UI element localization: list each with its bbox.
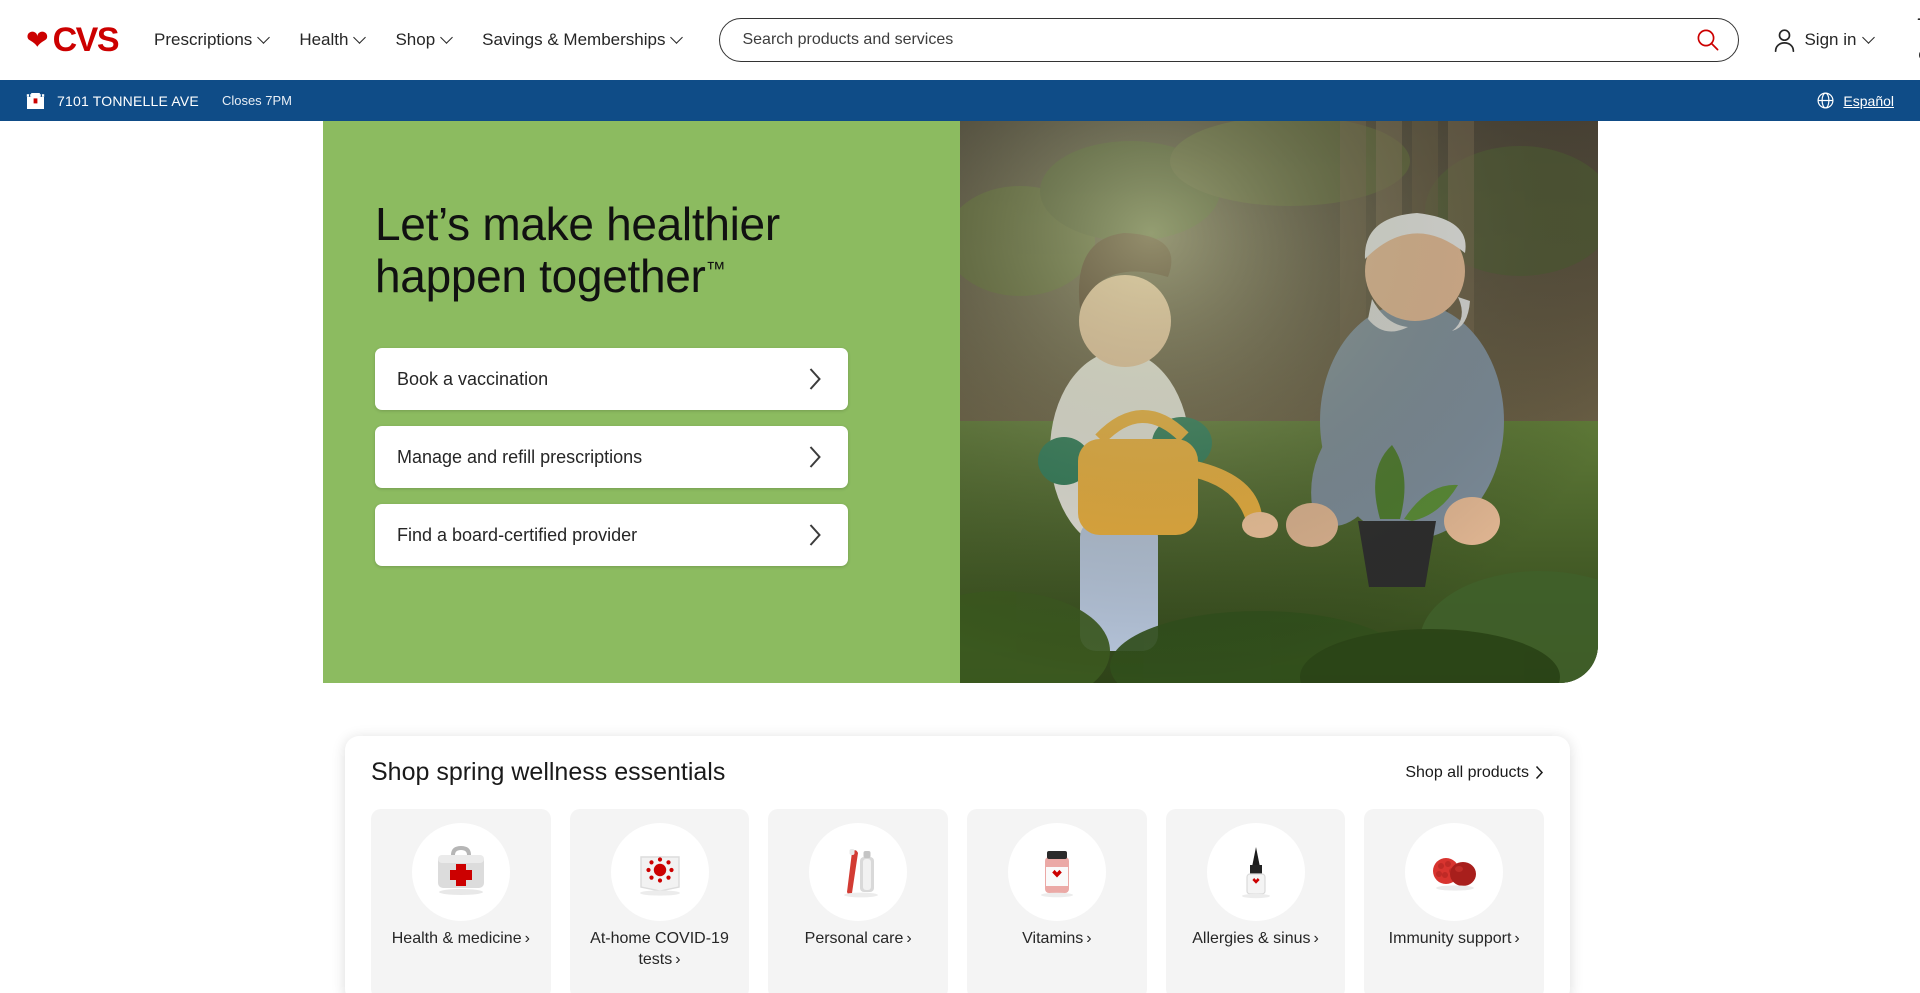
nav-item-label: Health: [299, 30, 349, 49]
tile-label-text: At-home COVID-19 tests: [590, 930, 729, 968]
cta-find-a-board-certified-provider[interactable]: Find a board-certified provider: [375, 504, 848, 567]
chevron-right-icon: ›: [524, 930, 530, 947]
tile-label: Health & medicine ›: [380, 929, 542, 950]
cta-label: Book a vaccination: [397, 368, 549, 389]
tile-label-text: Allergies & sinus: [1192, 930, 1311, 947]
site-header: ❤ CVS Prescriptions Health Shop Savings …: [0, 0, 1920, 80]
language-switcher[interactable]: Español: [1817, 92, 1894, 109]
tile-label: At-home COVID-19 tests ›: [570, 929, 750, 971]
nav-item-health[interactable]: Health: [299, 30, 366, 50]
search-button[interactable]: [1691, 23, 1725, 57]
cvs-logo[interactable]: ❤ CVS: [26, 20, 120, 60]
shop-essentials-card: Shop spring wellness essentials Shop all…: [345, 736, 1570, 993]
nav-item-prescriptions[interactable]: Prescriptions: [154, 30, 270, 50]
nav-item-label: Savings & Memberships: [482, 30, 666, 49]
trademark-symbol: ™: [705, 258, 726, 281]
gummies-icon: [1433, 858, 1477, 891]
hero-banner: Let’s make healthier happen together™ Bo…: [323, 121, 1598, 683]
first-aid-kit-icon: [437, 845, 484, 895]
cta-book-a-vaccination[interactable]: Book a vaccination: [375, 348, 848, 411]
tile-label: Allergies & sinus ›: [1180, 929, 1331, 950]
store-info[interactable]: 7101 TONNELLE AVE Closes 7PM: [26, 91, 292, 110]
chevron-right-icon: ›: [906, 930, 912, 947]
nav-item-label: Shop: [395, 30, 436, 49]
tile-image: [1405, 823, 1504, 921]
tile-immunity-support[interactable]: Immunity support ›: [1364, 809, 1545, 993]
tile-image: [1007, 823, 1106, 921]
tile-vitamins[interactable]: Vitamins ›: [967, 809, 1147, 993]
chevron-right-icon: ›: [1313, 930, 1319, 947]
search-input[interactable]: [719, 18, 1740, 62]
chevron-down-icon: [355, 33, 366, 44]
tile-image: [610, 823, 709, 921]
tile-label: Personal care ›: [793, 929, 924, 950]
hero-image: [960, 121, 1598, 683]
chevron-right-icon: [809, 524, 821, 546]
tile-label-text: Immunity support: [1388, 930, 1512, 947]
chevron-down-icon: [1864, 33, 1875, 44]
shop-all-products-link[interactable]: Shop all products: [1405, 764, 1544, 782]
sign-in-button[interactable]: Sign in: [1773, 28, 1875, 53]
chevron-right-icon: [809, 446, 821, 468]
tile-label: Vitamins ›: [1010, 929, 1103, 950]
store-icon: [26, 93, 45, 109]
store-hours: Closes 7PM: [221, 93, 293, 108]
tile-image: [411, 823, 510, 921]
cta-label: Manage and refill prescriptions: [397, 446, 643, 467]
store-locator-bar: 7101 TONNELLE AVE Closes 7PM Español: [0, 80, 1920, 121]
language-label: Español: [1843, 92, 1894, 109]
chevron-right-icon: ›: [1514, 930, 1520, 947]
logo-text: CVS: [52, 20, 120, 59]
tile-label-text: Health & medicine: [391, 930, 522, 947]
tile-health-medicine[interactable]: Health & medicine ›: [371, 809, 551, 993]
chevron-right-icon: ›: [675, 950, 681, 968]
tile-label-text: Personal care: [804, 930, 904, 947]
chevron-right-icon: [809, 368, 821, 390]
page-title: Let’s make healthier happen together™: [375, 198, 875, 302]
heart-icon: ❤: [26, 24, 49, 55]
nav-item-shop[interactable]: Shop: [395, 30, 453, 50]
nav-item-savings-memberships[interactable]: Savings & Memberships: [482, 30, 683, 50]
chevron-down-icon: [442, 33, 453, 44]
tile-image: [1206, 823, 1305, 921]
category-tiles: Health & medicine › At-home COVID-19 tes…: [371, 809, 1545, 993]
hero-photo: [960, 121, 1598, 683]
tile-label-text: Vitamins: [1022, 930, 1084, 947]
chevron-right-icon: ›: [1086, 930, 1092, 947]
hero-left-panel: Let’s make healthier happen together™ Bo…: [323, 121, 960, 683]
tile-personal-care[interactable]: Personal care ›: [768, 809, 949, 993]
main-content: Let’s make healthier happen together™ Bo…: [0, 121, 1920, 993]
shop-section-title: Shop spring wellness essentials: [371, 758, 726, 786]
tile-image: [809, 823, 908, 921]
search-icon: [1698, 29, 1719, 51]
hero-title-line2: happen together: [375, 249, 706, 302]
nav-item-label: Prescriptions: [154, 30, 253, 49]
user-icon: [1775, 28, 1795, 52]
shop-card-header: Shop spring wellness essentials Shop all…: [371, 758, 1544, 787]
covid-test-box-icon: [639, 856, 680, 896]
store-address: 7101 TONNELLE AVE: [57, 92, 199, 109]
hero-title-line1: Let’s make healthier: [375, 198, 780, 250]
tile-label: Immunity support ›: [1377, 929, 1532, 950]
globe-icon: [1817, 92, 1834, 109]
chevron-down-icon: [672, 33, 683, 44]
cta-label: Find a board-certified provider: [397, 524, 638, 545]
sign-in-label: Sign in: [1804, 30, 1857, 49]
main-navigation: Prescriptions Health Shop Savings & Memb…: [154, 30, 683, 50]
chevron-down-icon: [259, 33, 270, 44]
tile-allergies-sinus[interactable]: Allergies & sinus ›: [1165, 809, 1346, 993]
shop-all-label: Shop all products: [1405, 763, 1529, 781]
cta-manage-and-refill-prescriptions[interactable]: Manage and refill prescriptions: [375, 426, 848, 489]
chevron-right-icon: [1535, 765, 1544, 780]
toothbrush-toothpaste-icon: [844, 849, 879, 898]
nasal-spray-icon: [1241, 847, 1270, 899]
vitamin-bottle-icon: [1040, 851, 1073, 898]
hero-cta-list: Book a vaccination Manage and refill pre…: [375, 348, 960, 567]
search-container: [719, 18, 1740, 62]
tile-at-home-covid-19-tests[interactable]: At-home COVID-19 tests ›: [569, 809, 750, 993]
